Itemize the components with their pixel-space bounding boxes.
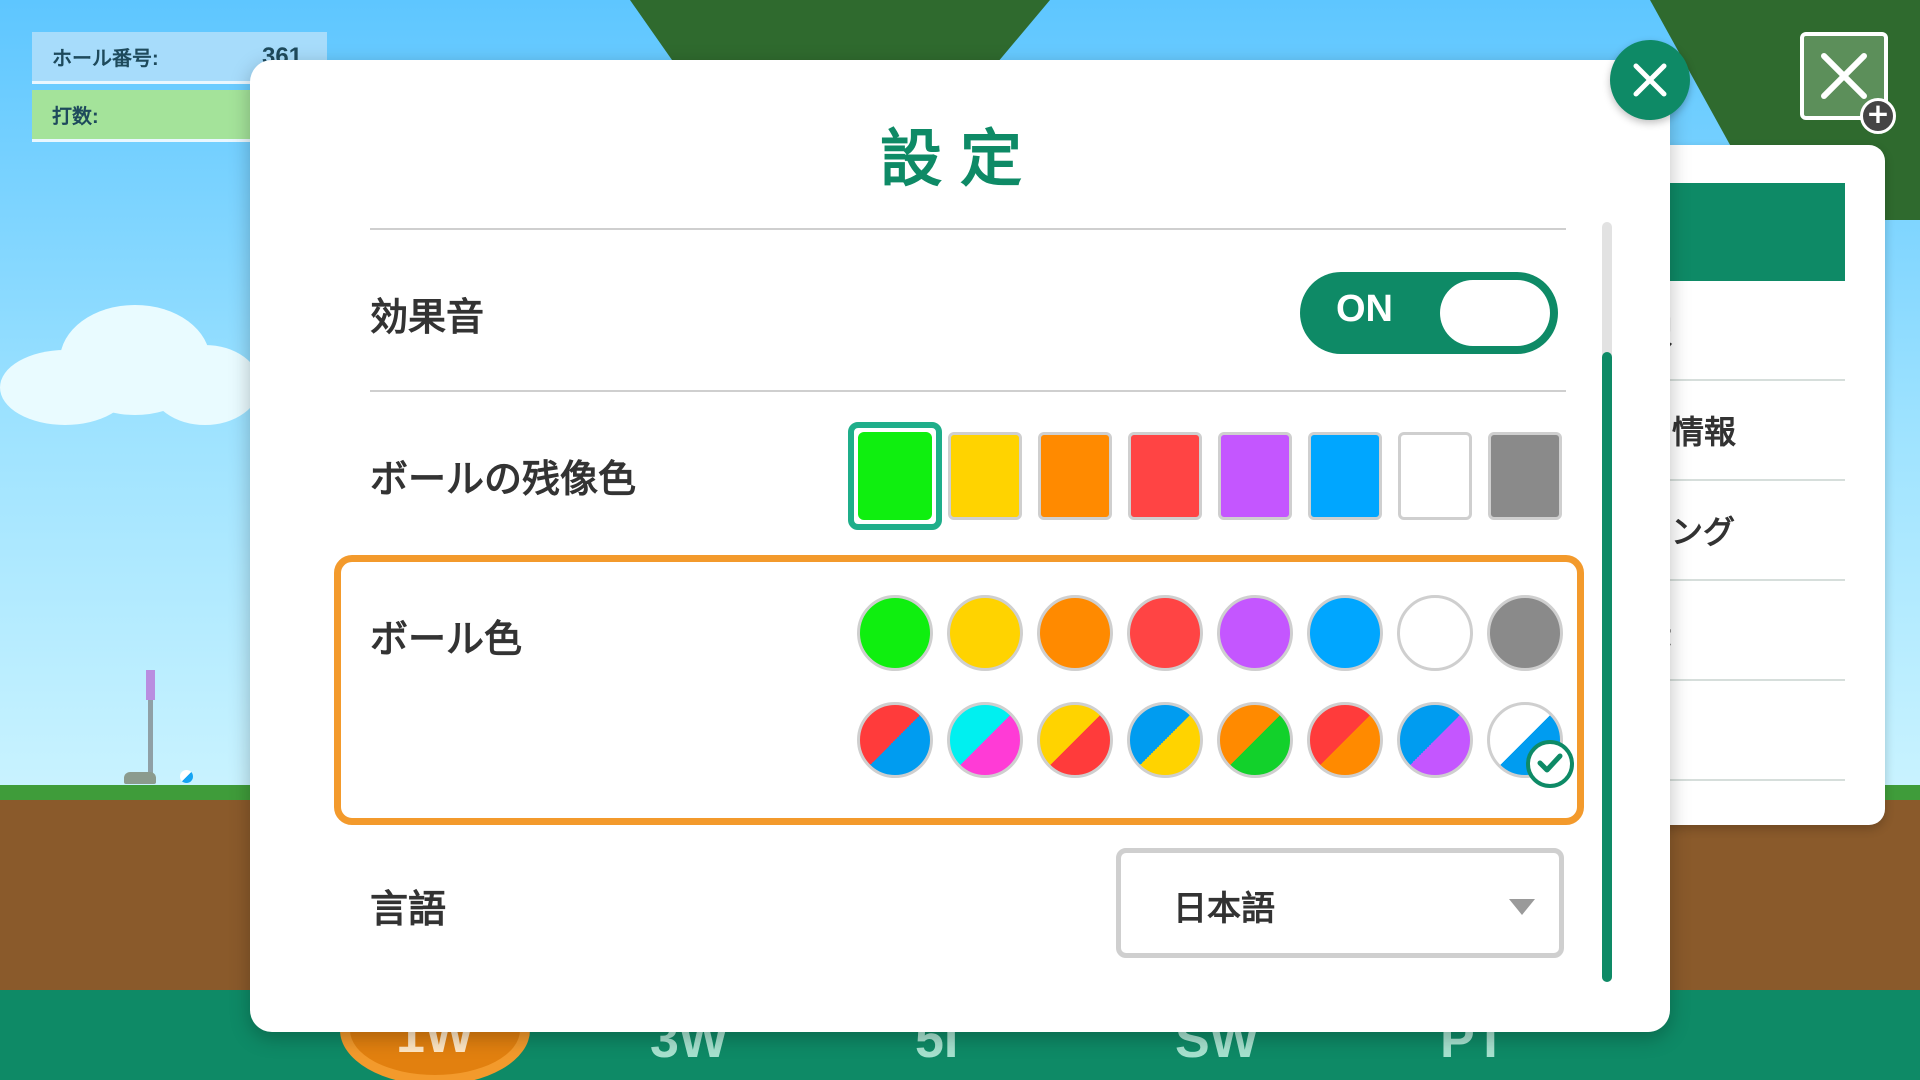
toggle-state-text: ON (1336, 288, 1393, 330)
ball-color-label: ボール色 (370, 617, 523, 661)
scrollbar-thumb[interactable] (1602, 352, 1612, 982)
ball-color-swatch-split[interactable] (1037, 702, 1113, 778)
ball-color-swatch-split[interactable] (1127, 702, 1203, 778)
close-icon (1633, 63, 1667, 97)
ball-color-highlight (334, 555, 1584, 825)
ball-color-swatch-split[interactable] (857, 702, 933, 778)
toggle-knob (1440, 280, 1550, 346)
settings-dialog: 設定 効果音 ON ボールの残像色 ボール色 言語 日本語 (250, 60, 1670, 1032)
trail-color-swatch[interactable] (1488, 432, 1562, 520)
trail-color-swatch[interactable] (1038, 432, 1112, 520)
strokes-label: 打数: (52, 106, 99, 128)
ball-color-swatch[interactable] (1487, 595, 1563, 671)
selected-indicator (848, 422, 942, 530)
golf-ball (180, 770, 193, 783)
language-label: 言語 (370, 887, 447, 931)
flag (146, 670, 155, 700)
ball-color-swatch-split[interactable] (1217, 702, 1293, 778)
ball-color-swatch-split[interactable] (1397, 702, 1473, 778)
ball-color-swatch[interactable] (1307, 595, 1383, 671)
ball-color-swatch[interactable] (1037, 595, 1113, 671)
ball-color-swatch-split[interactable] (947, 702, 1023, 778)
trail-color-swatch[interactable] (948, 432, 1022, 520)
chevron-down-icon (1509, 899, 1535, 915)
divider (370, 228, 1566, 230)
ball-color-swatch[interactable] (1217, 595, 1293, 671)
divider (370, 390, 1566, 392)
check-icon (1526, 740, 1574, 788)
language-select[interactable]: 日本語 (1116, 848, 1564, 958)
golfer (124, 772, 156, 784)
trail-color-swatch[interactable] (1218, 432, 1292, 520)
cloud (0, 300, 260, 425)
dialog-close-button[interactable] (1610, 40, 1690, 120)
ball-color-swatch[interactable] (947, 595, 1023, 671)
hole-number-label: ホール番号: (52, 48, 159, 70)
ball-color-swatch-split[interactable] (1307, 702, 1383, 778)
ball-color-swatch[interactable] (857, 595, 933, 671)
ball-color-swatch[interactable] (1127, 595, 1203, 671)
sound-label: 効果音 (370, 295, 485, 339)
trail-color-swatch[interactable] (1308, 432, 1382, 520)
close-icon (1821, 53, 1867, 99)
ball-color-swatch[interactable] (1397, 595, 1473, 671)
plus-icon: + (1860, 98, 1896, 134)
dialog-title: 設定 (879, 122, 1040, 195)
trail-color-label: ボールの残像色 (370, 457, 637, 501)
trail-color-swatch[interactable] (1128, 432, 1202, 520)
sound-toggle[interactable]: ON (1300, 272, 1558, 354)
trail-color-swatch[interactable] (1398, 432, 1472, 520)
tree-silhouette (630, 0, 1050, 60)
language-value: 日本語 (1173, 889, 1275, 929)
